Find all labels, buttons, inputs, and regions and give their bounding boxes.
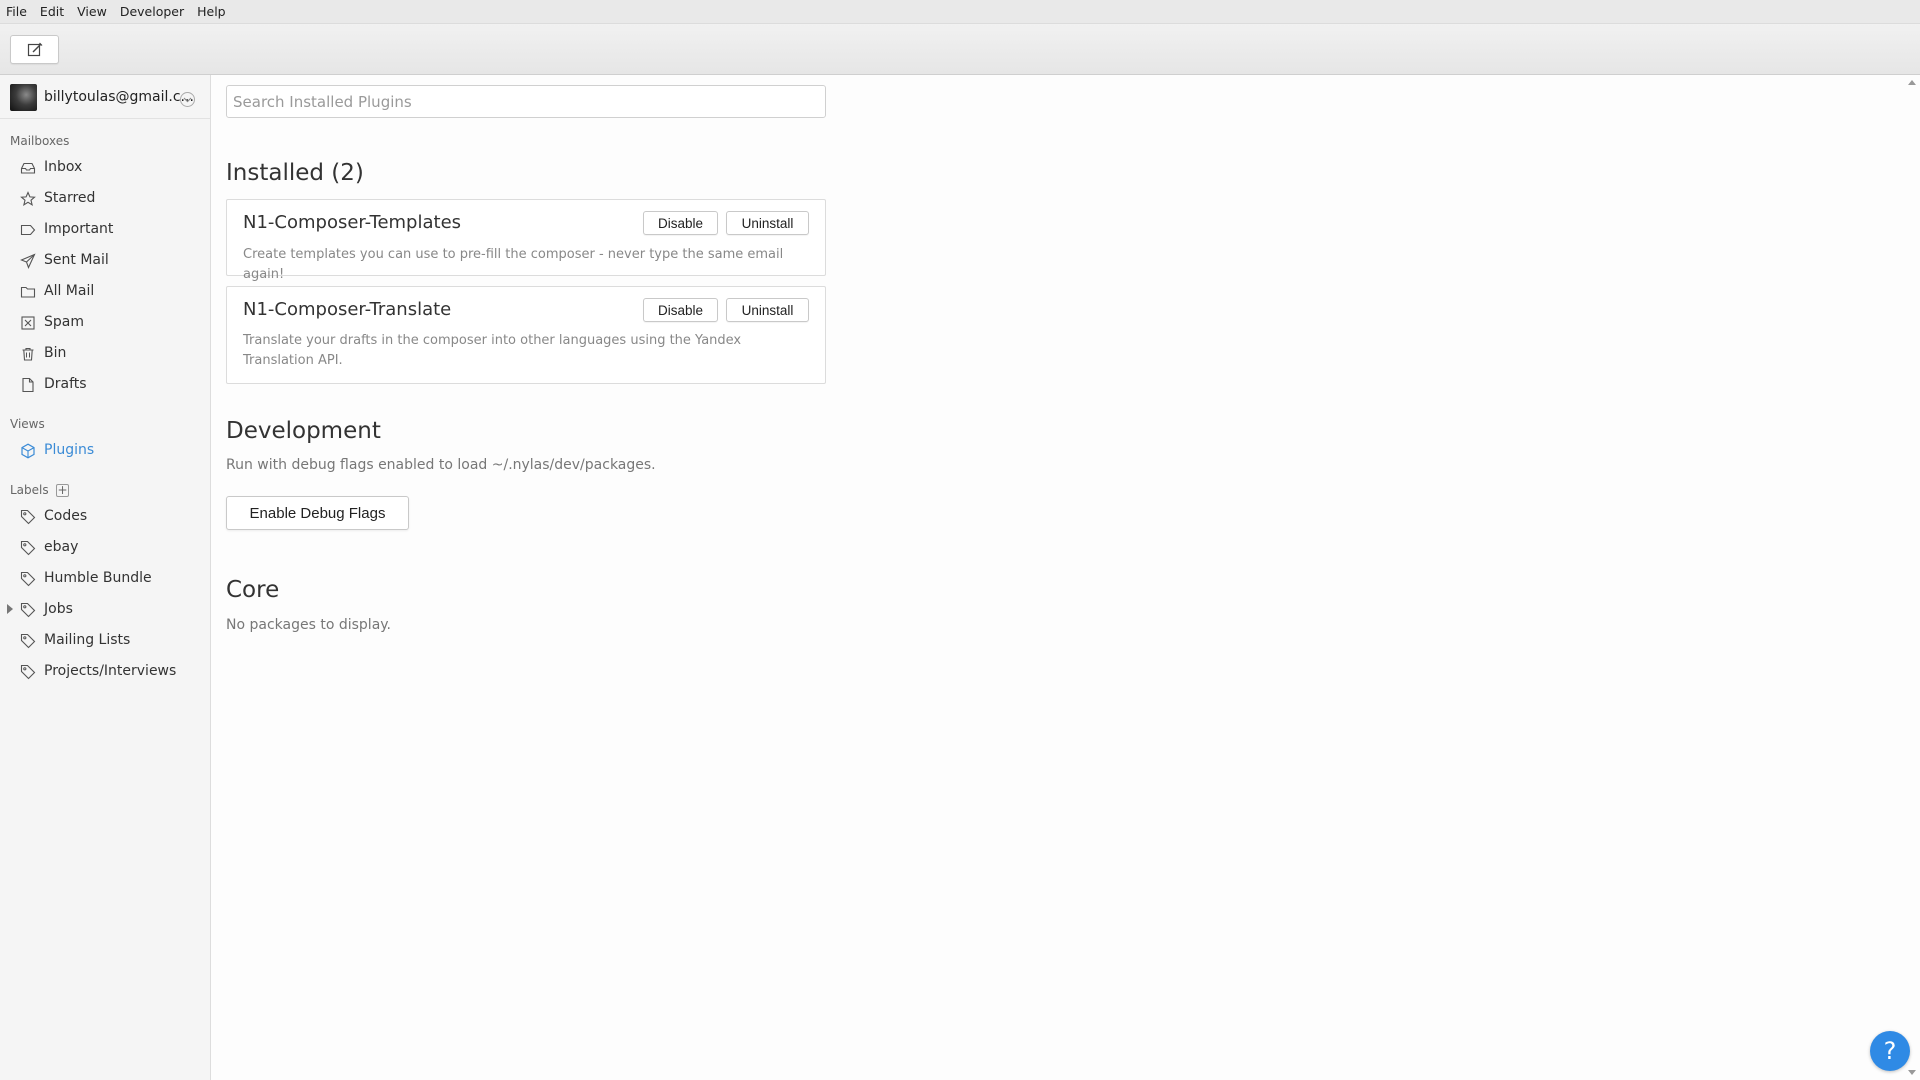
- sidebar-item-label: Inbox: [44, 159, 83, 175]
- tag-icon: [20, 633, 36, 649]
- sidebar: billytoulas@gmail.c... Mailboxes Inbox S…: [0, 75, 211, 1080]
- account-switcher[interactable]: billytoulas@gmail.c...: [0, 75, 210, 119]
- account-email: billytoulas@gmail.c...: [44, 89, 194, 105]
- tag-icon: [20, 602, 36, 618]
- menu-file[interactable]: File: [6, 4, 27, 19]
- uninstall-button[interactable]: Uninstall: [726, 211, 809, 235]
- sidebar-item-sent-mail[interactable]: Sent Mail: [0, 247, 210, 275]
- tag-icon: [20, 664, 36, 680]
- folder-icon: [20, 284, 36, 300]
- sidebar-item-label: Plugins: [44, 442, 95, 458]
- toolbar: [0, 24, 1920, 75]
- compose-button[interactable]: [10, 35, 59, 64]
- chevron-down-icon[interactable]: [180, 92, 195, 107]
- development-description: Run with debug flags enabled to load ~/.…: [226, 457, 656, 473]
- plugins-pane: Installed (2) N1-Composer-Templates Disa…: [211, 75, 1920, 1080]
- scroll-down-arrow-icon[interactable]: [1908, 1070, 1916, 1075]
- sidebar-item-inbox[interactable]: Inbox: [0, 154, 210, 182]
- core-heading: Core: [226, 577, 280, 603]
- avatar: [10, 84, 37, 111]
- plugin-name: N1-Composer-Translate: [243, 299, 452, 320]
- sidebar-item-label: Important: [44, 221, 114, 237]
- expand-arrow-icon[interactable]: [7, 604, 13, 614]
- send-icon: [20, 253, 36, 269]
- sidebar-item-label: Humble Bundle: [44, 570, 152, 586]
- tag-icon: [20, 509, 36, 525]
- inbox-icon: [20, 160, 36, 176]
- disable-button[interactable]: Disable: [643, 298, 718, 322]
- plugin-card: N1-Composer-Templates Disable Uninstall …: [226, 199, 826, 282]
- sidebar-item-ebay[interactable]: ebay: [0, 534, 210, 562]
- star-icon: [20, 191, 36, 207]
- sidebar-item-starred[interactable]: Starred: [0, 185, 210, 213]
- plugin-description: Create templates you can use to pre-fill…: [243, 247, 784, 282]
- sidebar-item-label: Codes: [44, 508, 88, 524]
- sidebar-item-label: Jobs: [44, 601, 73, 617]
- plugins-icon: [20, 443, 36, 459]
- sidebar-item-jobs[interactable]: Jobs: [0, 596, 210, 624]
- sidebar-item-spam[interactable]: Spam: [0, 309, 210, 337]
- sidebar-item-label: Spam: [44, 314, 84, 330]
- draft-icon: [20, 377, 36, 393]
- sidebar-item-mailing-lists[interactable]: Mailing Lists: [0, 627, 210, 655]
- mailboxes-heading: Mailboxes: [10, 134, 70, 148]
- sidebar-item-all-mail[interactable]: All Mail: [0, 278, 210, 306]
- sidebar-item-projects-interviews[interactable]: Projects/Interviews: [0, 658, 210, 686]
- sidebar-item-label: ebay: [44, 539, 79, 555]
- development-heading: Development: [226, 418, 381, 444]
- views-heading: Views: [10, 417, 45, 431]
- disable-button[interactable]: Disable: [643, 211, 718, 235]
- sidebar-item-label: Drafts: [44, 376, 87, 392]
- menu-developer[interactable]: Developer: [120, 4, 184, 19]
- spam-icon: [20, 315, 36, 331]
- sidebar-item-label: All Mail: [44, 283, 95, 299]
- important-icon: [20, 222, 36, 238]
- sidebar-item-label: Sent Mail: [44, 252, 109, 268]
- menu-view[interactable]: View: [77, 4, 107, 19]
- sidebar-item-important[interactable]: Important: [0, 216, 210, 244]
- plugin-card: N1-Composer-Translate Disable Uninstall …: [226, 286, 826, 384]
- sidebar-item-humble-bundle[interactable]: Humble Bundle: [0, 565, 210, 593]
- tag-icon: [20, 571, 36, 587]
- trash-icon: [20, 346, 36, 362]
- menu-help[interactable]: Help: [197, 4, 226, 19]
- scroll-up-arrow-icon[interactable]: [1908, 80, 1916, 85]
- search-input[interactable]: [226, 85, 826, 118]
- add-label-button[interactable]: +: [56, 484, 69, 497]
- installed-heading: Installed (2): [226, 160, 364, 186]
- sidebar-item-label: Starred: [44, 190, 96, 206]
- sidebar-item-label: Bin: [44, 345, 67, 361]
- plugin-description: Translate your drafts in the composer in…: [243, 333, 742, 368]
- core-empty-text: No packages to display.: [226, 617, 392, 633]
- sidebar-item-codes[interactable]: Codes: [0, 503, 210, 531]
- tag-icon: [20, 540, 36, 556]
- sidebar-item-plugins[interactable]: Plugins: [0, 437, 210, 465]
- menu-bar: File Edit View Developer Help: [0, 0, 1920, 24]
- menu-edit[interactable]: Edit: [40, 4, 64, 19]
- compose-icon: [27, 42, 42, 56]
- enable-debug-flags-button[interactable]: Enable Debug Flags: [226, 496, 409, 530]
- help-button[interactable]: ?: [1870, 1031, 1910, 1071]
- plugin-name: N1-Composer-Templates: [243, 212, 462, 233]
- sidebar-item-label: Mailing Lists: [44, 632, 131, 648]
- sidebar-item-bin[interactable]: Bin: [0, 340, 210, 368]
- sidebar-item-drafts[interactable]: Drafts: [0, 371, 210, 399]
- sidebar-item-label: Projects/Interviews: [44, 663, 177, 679]
- labels-heading: Labels: [10, 483, 49, 497]
- uninstall-button[interactable]: Uninstall: [726, 298, 809, 322]
